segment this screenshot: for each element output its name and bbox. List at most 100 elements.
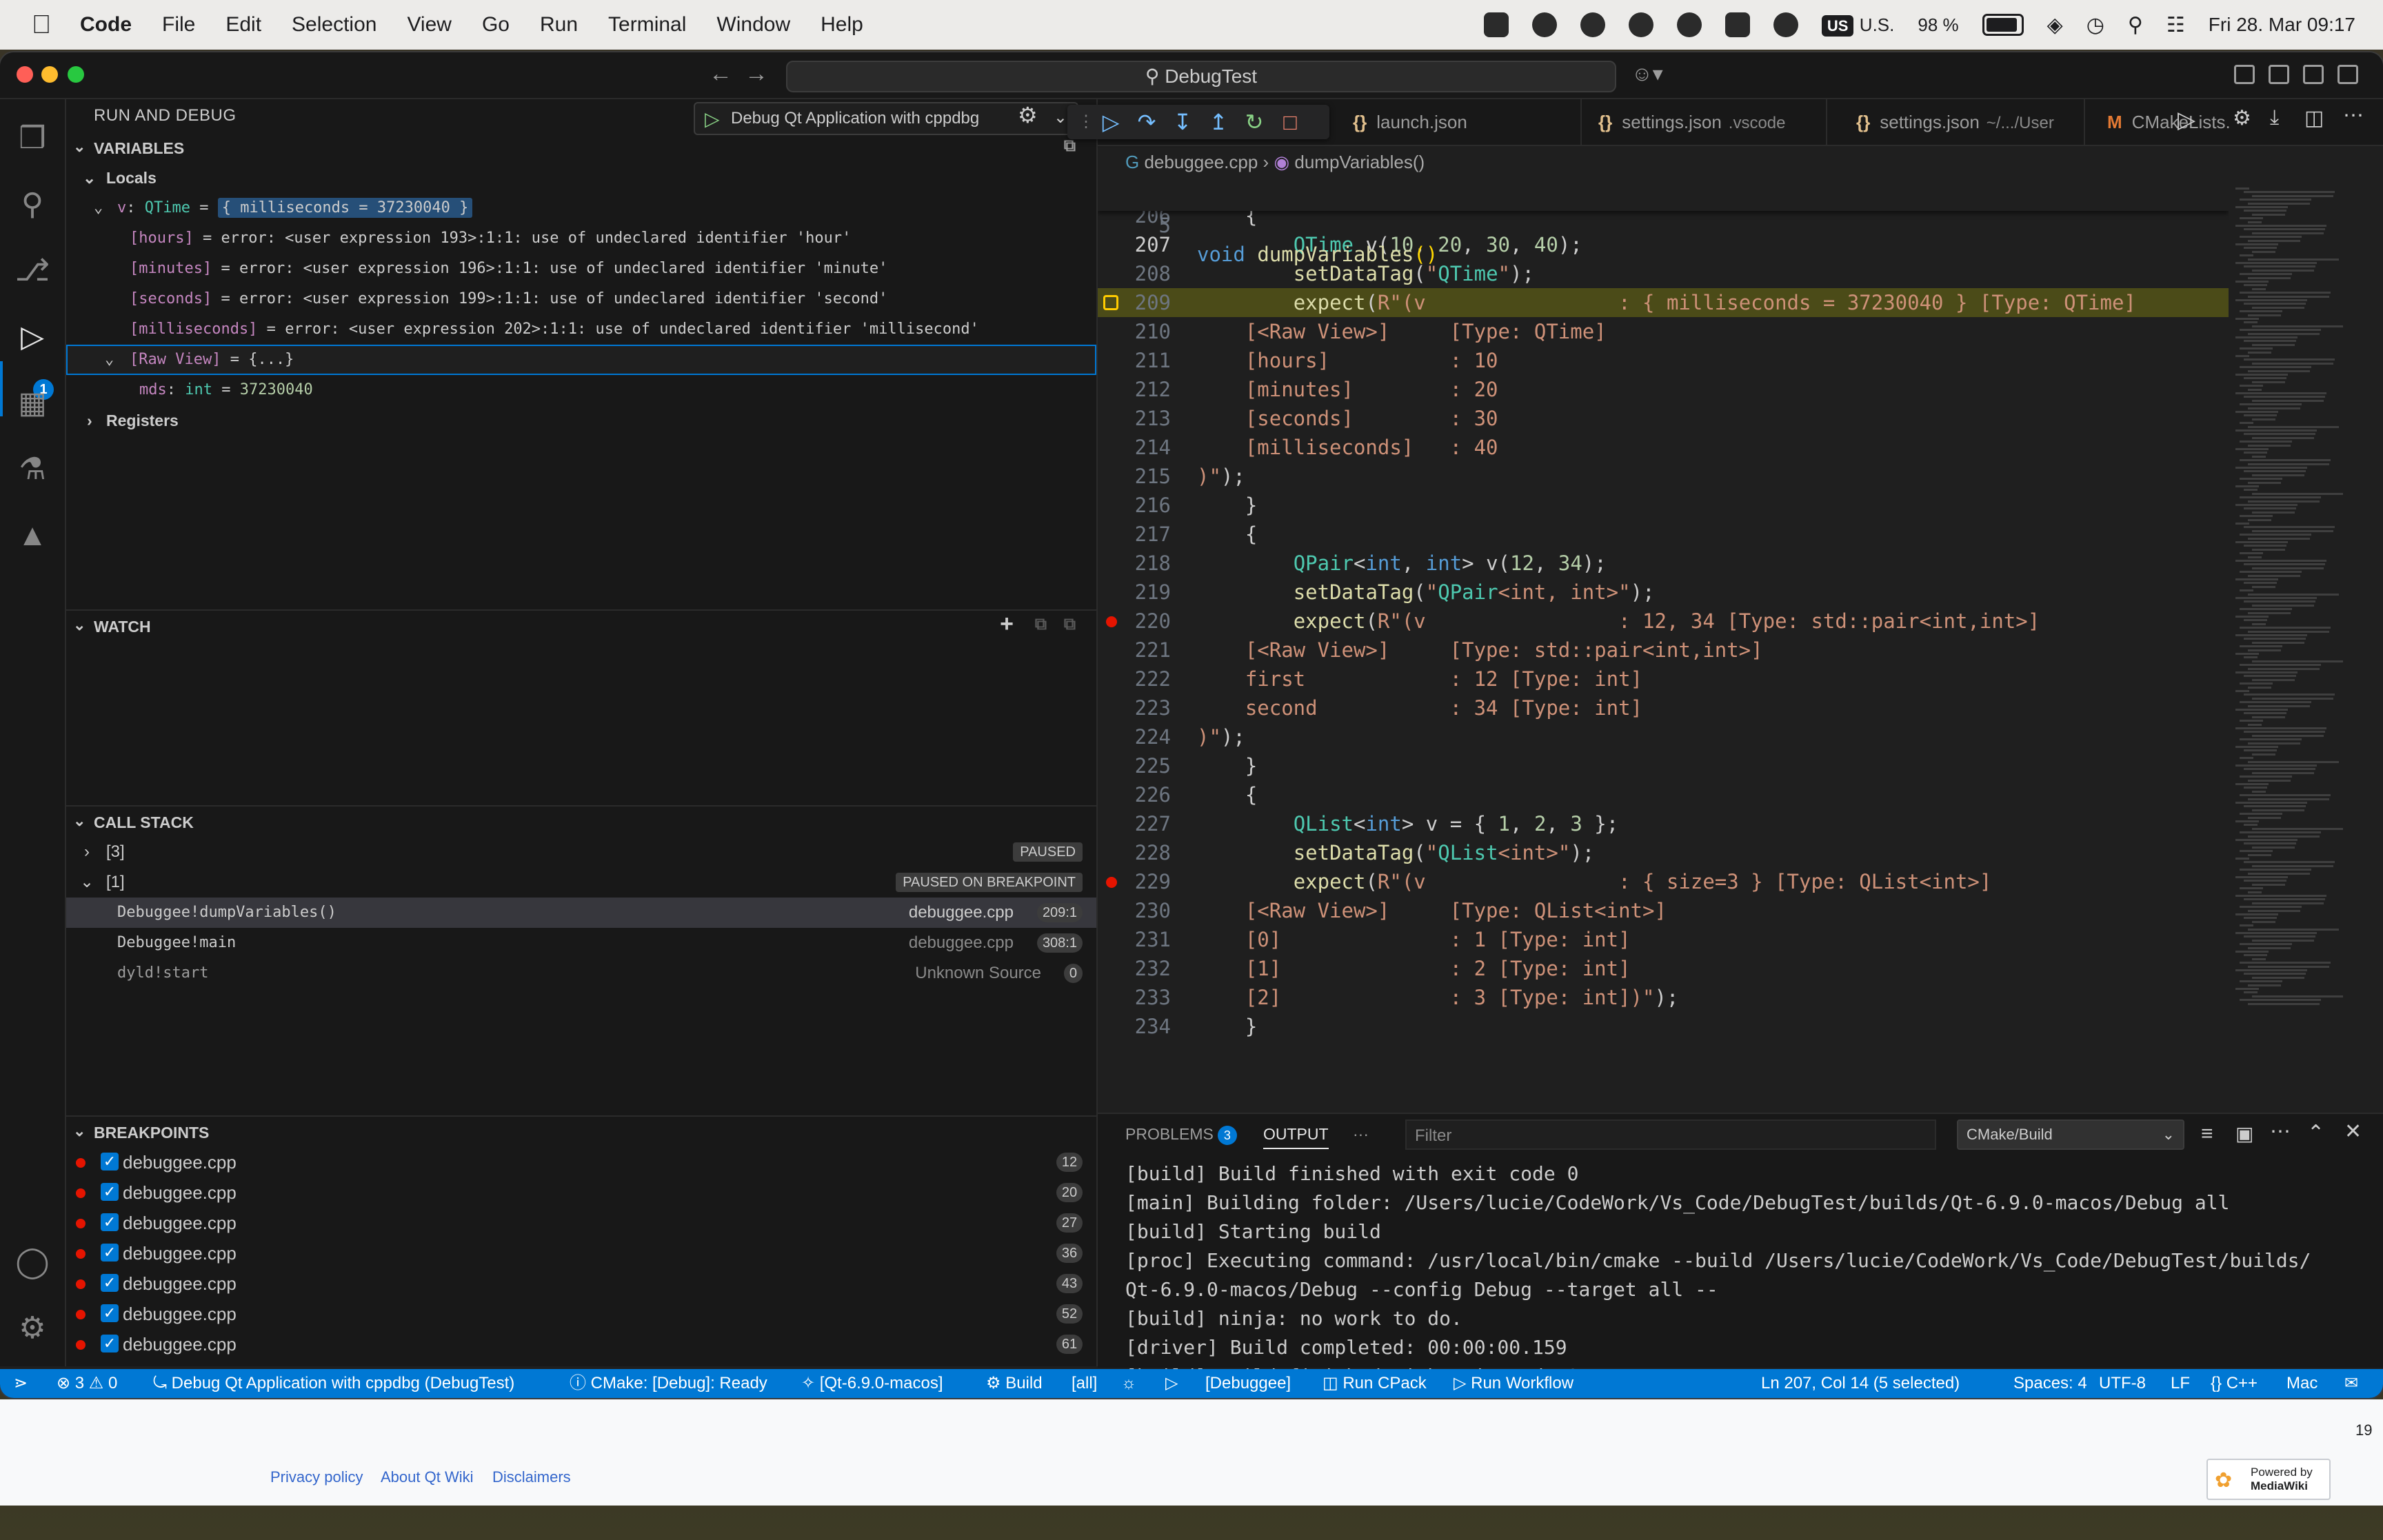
toggle-panel-icon[interactable]	[2269, 65, 2289, 84]
line-number[interactable]: 234	[1098, 1012, 1171, 1037]
privacy-policy-link[interactable]: Privacy policy	[270, 1468, 363, 1486]
tab-launch-json[interactable]: {} launch.json	[1336, 99, 1582, 145]
run-workflow-button[interactable]: ▷ Run Workflow	[1454, 1369, 1573, 1398]
run-debug-file-icon[interactable]: ▷	[2178, 106, 2195, 134]
about-qt-wiki-link[interactable]: About Qt Wiki	[381, 1468, 473, 1486]
code-line[interactable]: 226 {	[1098, 780, 2229, 809]
thread-row[interactable]: ⌄ [1] PAUSED ON BREAKPOINT	[66, 867, 1096, 898]
thread-row[interactable]: › [3] PAUSED	[66, 837, 1096, 867]
line-number[interactable]: 211	[1098, 346, 1171, 375]
code-line[interactable]: 222 first : 12 [Type: int]	[1098, 665, 2229, 693]
code-line[interactable]: 234 }	[1098, 1012, 2229, 1037]
variables-section-header[interactable]: ⌄ VARIABLES ⧉	[66, 132, 1096, 163]
code-line[interactable]: 221 [<Raw View>] [Type: std::pair<int,in…	[1098, 636, 2229, 665]
stack-frame-row[interactable]: Debuggee!main debuggee.cpp 308:1	[66, 928, 1096, 958]
tab-settings-json-vscode[interactable]: {} settings.json .vscode	[1582, 99, 1827, 145]
testing-icon[interactable]: ⚗	[14, 451, 51, 488]
code-line[interactable]: 227 QList<int> v = { 1, 2, 3 };	[1098, 809, 2229, 838]
toggle-secondary-sidebar-icon[interactable]	[2303, 65, 2324, 84]
lock-scroll-icon[interactable]: ▣	[2235, 1122, 2253, 1145]
wifi-icon[interactable]: ◈	[2047, 13, 2063, 37]
menubar-datetime[interactable]: Fri 28. Mar 09:17	[2209, 14, 2355, 36]
zoom-window-button[interactable]	[68, 66, 84, 83]
code-line[interactable]: 228 setDataTag("QList<int>");	[1098, 838, 2229, 867]
line-number[interactable]: 226	[1098, 780, 1171, 809]
apple-icon[interactable]: 	[28, 11, 55, 39]
encoding-status[interactable]: UTF-8	[2099, 1369, 2146, 1398]
breakpoint-checkbox[interactable]: ✓	[101, 1183, 119, 1201]
line-number[interactable]: 232	[1098, 954, 1171, 983]
tab-cmakelists[interactable]: M CMakeLists.	[2098, 99, 2245, 145]
problems-status[interactable]: ⊗ 3 ⚠ 0	[57, 1369, 117, 1398]
breakpoint-item[interactable]: ✓ debuggee.cpp 20	[66, 1177, 1096, 1208]
breakpoint-checkbox[interactable]: ✓	[101, 1335, 119, 1352]
debug-settings-gear-icon[interactable]: ⚙	[1018, 102, 1038, 128]
clear-output-icon[interactable]: ≡	[2201, 1122, 2213, 1146]
stop-icon[interactable]: □	[1277, 109, 1303, 135]
indentation-status[interactable]: Spaces: 4	[2013, 1369, 2087, 1398]
headphones-icon[interactable]	[1676, 12, 1702, 37]
output-channel-select[interactable]: CMake/Build ⌄	[1957, 1119, 2184, 1150]
menu-file[interactable]: File	[162, 13, 195, 37]
code-line[interactable]: 223 second : 34 [Type: int]	[1098, 693, 2229, 722]
minimize-window-button[interactable]	[41, 66, 58, 83]
breakpoint-checkbox[interactable]: ✓	[101, 1153, 119, 1171]
stack-frame-row[interactable]: Debuggee!dumpVariables() debuggee.cpp 20…	[66, 898, 1096, 928]
manage-gear-icon[interactable]: ⚙	[14, 1310, 51, 1347]
battery-icon[interactable]	[1982, 14, 2024, 36]
variable-child-row[interactable]: [hours] = error: <user expression 193>:1…	[66, 223, 1096, 254]
command-center[interactable]: ⚲ DebugTest	[786, 61, 1616, 92]
status-app-icon-1[interactable]	[1483, 12, 1509, 37]
code-line[interactable]: 211 [hours] : 10	[1098, 346, 2229, 375]
shield-icon[interactable]	[1725, 12, 1750, 37]
globe-icon[interactable]	[1580, 12, 1605, 37]
code-line[interactable]: 212 [minutes] : 20	[1098, 375, 2229, 404]
eol-status[interactable]: LF	[2171, 1369, 2190, 1398]
platform-status[interactable]: Mac	[2286, 1369, 2317, 1398]
code-line[interactable]: 229 expect(R"(v : { size=3 } [Type: QLis…	[1098, 867, 2229, 896]
menu-help[interactable]: Help	[821, 13, 863, 37]
status-app-icon-2[interactable]	[1531, 12, 1557, 37]
output-filter-input[interactable]: Filter	[1405, 1119, 1936, 1150]
line-number[interactable]: 217	[1098, 520, 1171, 549]
cursor-position[interactable]: Ln 207, Col 14 (5 selected)	[1761, 1369, 1960, 1398]
line-number[interactable]: 218	[1098, 549, 1171, 578]
code-line[interactable]: 217 {	[1098, 520, 2229, 549]
registers-scope[interactable]: › Registers	[66, 405, 1096, 436]
code-line[interactable]: 220 expect(R"(v : 12, 34 [Type: std::pai…	[1098, 607, 2229, 636]
watch-section-header[interactable]: ⌄ WATCH + ⧉ ⧉	[66, 611, 1096, 641]
variable-v[interactable]: ⌄ v: QTime = { milliseconds = 37230040 }	[66, 193, 1096, 223]
start-debugging-icon[interactable]: ▷	[705, 108, 720, 130]
code-line[interactable]: 215)");	[1098, 462, 2229, 491]
breakpoint-checkbox[interactable]: ✓	[101, 1274, 119, 1292]
breakpoint-dot-icon[interactable]	[1106, 877, 1117, 888]
step-into-icon[interactable]: ↧	[1169, 109, 1196, 135]
panel-more-actions-icon[interactable]: ⋯	[2270, 1119, 2291, 1144]
debug-bug-icon[interactable]: ☼	[1121, 1369, 1136, 1398]
disclaimers-link[interactable]: Disclaimers	[492, 1468, 571, 1486]
line-number[interactable]: 224	[1098, 722, 1171, 751]
breadcrumb-file[interactable]: debuggee.cpp	[1144, 152, 1258, 172]
add-expression-icon[interactable]: +	[1000, 611, 1014, 638]
source-control-icon[interactable]: ⎇	[14, 252, 51, 290]
line-number[interactable]: 222	[1098, 665, 1171, 693]
code-line[interactable]: 218 QPair<int, int> v(12, 34);	[1098, 549, 2229, 578]
code-editor[interactable]: 206 {207 QTime v(10, 20, 30, 40);208 set…	[1098, 182, 2229, 1037]
tab-output[interactable]: OUTPUT	[1263, 1125, 1329, 1149]
back-arrow-icon[interactable]: ←	[709, 61, 732, 88]
control-center-icon[interactable]: ☷	[2166, 13, 2185, 37]
line-number[interactable]: 225	[1098, 751, 1171, 780]
code-line[interactable]: 233 [2] : 3 [Type: int])");	[1098, 983, 2229, 1012]
code-line[interactable]: 232 [1] : 2 [Type: int]	[1098, 954, 2229, 983]
run-and-debug-icon[interactable]: ▷	[14, 318, 51, 356]
sticky-scroll-line[interactable]: 5 void dumpVariables()	[1098, 182, 2229, 266]
customize-layout-icon[interactable]	[2337, 65, 2358, 84]
launch-target-status[interactable]: [Debuggee]	[1205, 1369, 1291, 1398]
build-target-status[interactable]: [all]	[1072, 1369, 1097, 1398]
breakpoint-item[interactable]: ✓ debuggee.cpp 61	[66, 1329, 1096, 1359]
breakpoint-item[interactable]: ✓ debuggee.cpp 43	[66, 1268, 1096, 1299]
continue-icon[interactable]: ▷	[1098, 109, 1124, 135]
line-number[interactable]: 210	[1098, 317, 1171, 346]
close-window-button[interactable]	[17, 66, 33, 83]
line-number[interactable]: 223	[1098, 693, 1171, 722]
